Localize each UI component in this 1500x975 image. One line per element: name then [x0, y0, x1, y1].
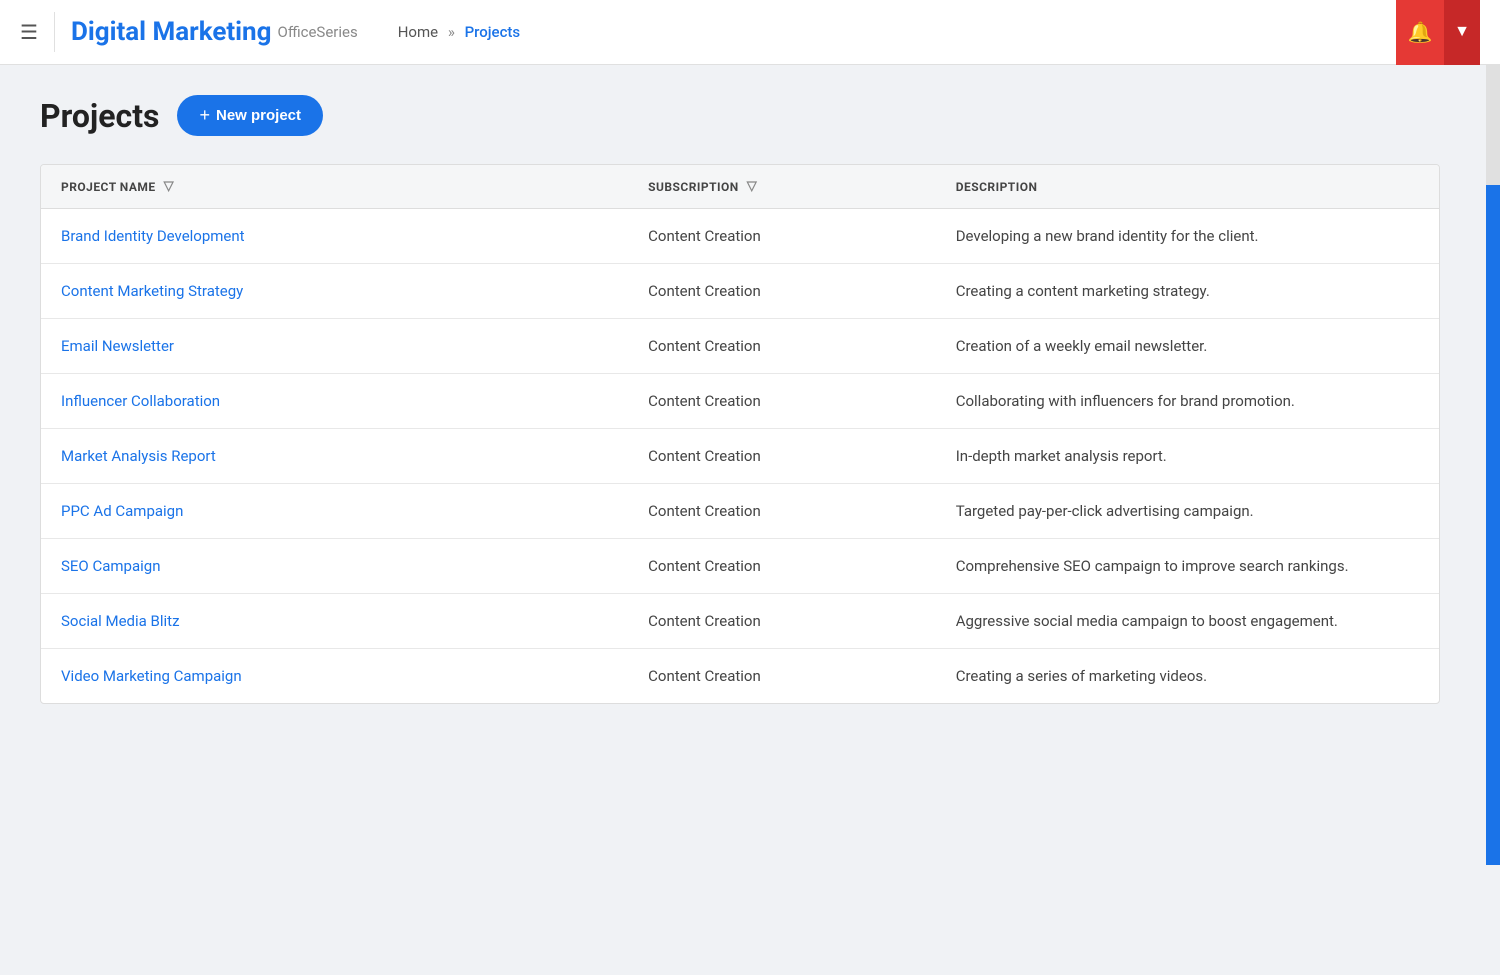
table-row: Content Marketing Strategy Content Creati…	[41, 264, 1439, 319]
table-row: Influencer Collaboration Content Creation…	[41, 374, 1439, 429]
plus-icon: +	[199, 105, 210, 126]
table-body: Brand Identity Development Content Creati…	[41, 209, 1439, 704]
filter-icon-name[interactable]: ▽	[164, 179, 174, 194]
subscription-cell: Content Creation	[628, 374, 936, 429]
col-header-subscription: SUBSCRIPTION ▽	[628, 165, 936, 209]
header-actions: 🔔 ▼	[1396, 0, 1480, 65]
project-name-link[interactable]: Video Marketing Campaign	[61, 667, 242, 685]
header-dropdown-button[interactable]: ▼	[1444, 0, 1480, 65]
app-subtitle: OfficeSeries	[278, 23, 358, 41]
description-cell: Creating a content marketing strategy.	[936, 264, 1439, 319]
new-project-label: New project	[216, 107, 301, 124]
subscription-cell: Content Creation	[628, 209, 936, 264]
description-cell: Comprehensive SEO campaign to improve se…	[936, 539, 1439, 594]
header-divider	[54, 12, 55, 52]
page-title: Projects	[40, 97, 159, 135]
subscription-cell: Content Creation	[628, 484, 936, 539]
description-cell: In-depth market analysis report.	[936, 429, 1439, 484]
col-header-description: DESCRIPTION	[936, 165, 1439, 209]
subscription-cell: Content Creation	[628, 429, 936, 484]
project-name-link[interactable]: Social Media Blitz	[61, 612, 180, 630]
project-name-link[interactable]: Influencer Collaboration	[61, 392, 220, 410]
table-row: Brand Identity Development Content Creati…	[41, 209, 1439, 264]
main-content: Projects + New project PROJECT NAME ▽	[0, 65, 1500, 734]
table-header: PROJECT NAME ▽ SUBSCRIPTION ▽ DESCRIPTIO…	[41, 165, 1439, 209]
table-row: Email Newsletter Content CreationCreation…	[41, 319, 1439, 374]
header: ☰ Digital Marketing OfficeSeries Home » …	[0, 0, 1500, 65]
subscription-cell: Content Creation	[628, 264, 936, 319]
scrollbar-track	[1486, 65, 1500, 734]
notification-bell-button[interactable]: 🔔	[1396, 0, 1444, 65]
project-name-link[interactable]: PPC Ad Campaign	[61, 502, 183, 520]
project-name-link[interactable]: Email Newsletter	[61, 337, 174, 355]
project-name-link[interactable]: Market Analysis Report	[61, 447, 216, 465]
chevron-down-icon: ▼	[1454, 23, 1470, 41]
description-cell: Collaborating with influencers for brand…	[936, 374, 1439, 429]
description-cell: Creating a series of marketing videos.	[936, 649, 1439, 704]
table-row: PPC Ad Campaign Content CreationTargeted …	[41, 484, 1439, 539]
description-cell: Creation of a weekly email newsletter.	[936, 319, 1439, 374]
project-name-link[interactable]: Brand Identity Development	[61, 227, 245, 245]
description-cell: Developing a new brand identity for the …	[936, 209, 1439, 264]
subscription-cell: Content Creation	[628, 594, 936, 649]
projects-table-container: PROJECT NAME ▽ SUBSCRIPTION ▽ DESCRIPTIO…	[40, 164, 1440, 704]
scrollbar-thumb[interactable]	[1486, 185, 1500, 865]
subscription-cell: Content Creation	[628, 539, 936, 594]
subscription-cell: Content Creation	[628, 649, 936, 704]
breadcrumb-separator: »	[448, 23, 455, 41]
menu-icon[interactable]: ☰	[20, 20, 38, 44]
description-cell: Aggressive social media campaign to boos…	[936, 594, 1439, 649]
nav-current: Projects	[465, 23, 521, 41]
description-cell: Targeted pay-per-click advertising campa…	[936, 484, 1439, 539]
new-project-button[interactable]: + New project	[177, 95, 323, 136]
app-title: Digital Marketing	[71, 17, 272, 47]
nav-home[interactable]: Home	[398, 23, 438, 41]
table-row: Social Media Blitz Content CreationAggres…	[41, 594, 1439, 649]
col-header-project-name: PROJECT NAME ▽	[41, 165, 628, 209]
project-name-link[interactable]: SEO Campaign	[61, 557, 161, 575]
page-header: Projects + New project	[40, 95, 1460, 136]
filter-icon-subscription[interactable]: ▽	[747, 179, 757, 194]
table-row: SEO Campaign Content CreationComprehensiv…	[41, 539, 1439, 594]
subscription-cell: Content Creation	[628, 319, 936, 374]
bell-icon: 🔔	[1408, 20, 1433, 45]
projects-table: PROJECT NAME ▽ SUBSCRIPTION ▽ DESCRIPTIO…	[41, 165, 1439, 703]
table-row: Market Analysis Report Content CreationIn…	[41, 429, 1439, 484]
table-row: Video Marketing Campaign Content Creation…	[41, 649, 1439, 704]
breadcrumb: Home » Projects	[398, 23, 520, 41]
project-name-link[interactable]: Content Marketing Strategy	[61, 282, 243, 300]
